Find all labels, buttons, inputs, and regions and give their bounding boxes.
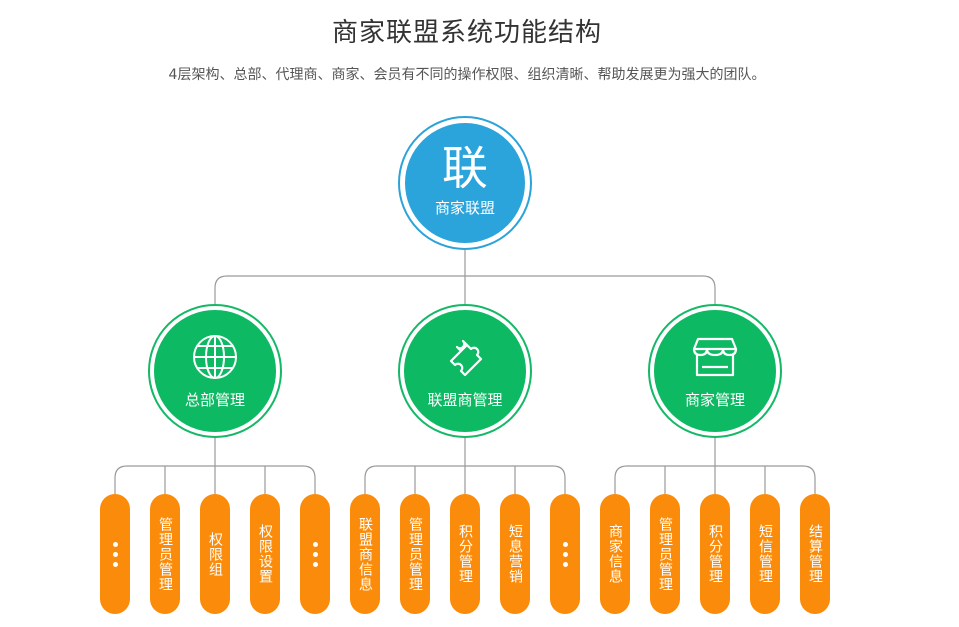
item-label: 短信管理	[757, 524, 773, 584]
more-dots-icon	[562, 541, 568, 567]
item-points-management[interactable]: 积分管理	[700, 494, 730, 614]
item-more[interactable]	[550, 494, 580, 614]
item-sms-management[interactable]: 短信管理	[750, 494, 780, 614]
storefront-icon	[692, 337, 738, 376]
root-node[interactable]: 联 商家联盟	[398, 116, 532, 250]
item-admin-management[interactable]: 管理员管理	[150, 494, 180, 614]
item-label: 积分管理	[457, 524, 473, 584]
item-permission-group[interactable]: 权限组	[200, 494, 230, 614]
item-permission-settings[interactable]: 权限设置	[250, 494, 280, 614]
item-label: 管理员管理	[157, 516, 173, 592]
more-dots-icon	[312, 541, 318, 567]
group-node-hq[interactable]: 总部管理	[148, 304, 282, 438]
item-label: 结算管理	[807, 524, 823, 584]
group-node-inner: 商家管理	[654, 310, 776, 432]
item-label: 权限组	[207, 531, 223, 577]
item-sms-marketing[interactable]: 短息营销	[500, 494, 530, 614]
item-more[interactable]	[300, 494, 330, 614]
item-more[interactable]	[100, 494, 130, 614]
item-admin-management[interactable]: 管理员管理	[400, 494, 430, 614]
item-settlement-management[interactable]: 结算管理	[800, 494, 830, 614]
group-label: 商家管理	[684, 390, 745, 409]
item-merchant-info[interactable]: 商家信息	[600, 494, 630, 614]
item-label: 商家信息	[607, 524, 623, 584]
item-label: 联盟商信息	[357, 516, 373, 592]
puzzle-tag-icon	[449, 339, 483, 376]
item-label: 管理员管理	[407, 516, 423, 592]
item-admin-management[interactable]: 管理员管理	[650, 494, 680, 614]
globe-icon	[193, 334, 237, 379]
more-dots-icon	[112, 541, 118, 567]
item-points-management[interactable]: 积分管理	[450, 494, 480, 614]
group-node-alliance[interactable]: 联盟商管理	[398, 304, 532, 438]
group-node-merchant[interactable]: 商家管理	[648, 304, 782, 438]
group-label: 联盟商管理	[427, 390, 503, 409]
item-label: 积分管理	[707, 524, 723, 584]
root-node-inner: 联 商家联盟	[405, 123, 525, 243]
item-alliance-info[interactable]: 联盟商信息	[350, 494, 380, 614]
item-label: 管理员管理	[657, 516, 673, 592]
root-label: 商家联盟	[434, 198, 495, 217]
group-label: 总部管理	[184, 390, 245, 409]
group-node-inner: 联盟商管理	[404, 310, 526, 432]
item-label: 权限设置	[257, 524, 273, 584]
item-label: 短息营销	[507, 524, 523, 584]
group-node-inner: 总部管理	[154, 310, 276, 432]
root-glyph: 联	[442, 140, 488, 195]
